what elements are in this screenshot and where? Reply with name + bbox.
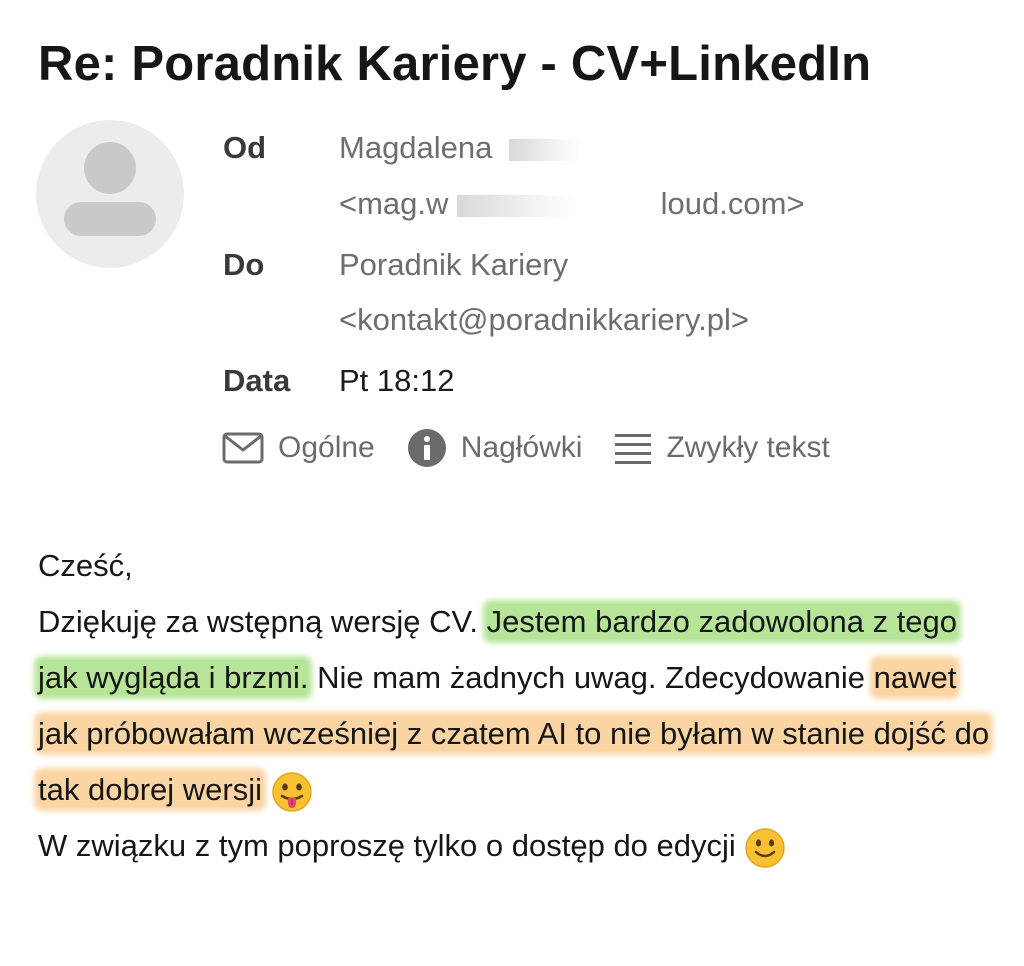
view-headers-label: Nagłówki xyxy=(460,431,583,464)
paragraph-1: Dziękuję za wstępną wersję CV. Jestem ba… xyxy=(38,594,998,818)
body-text-plain: W związku z tym poproszę tylko o dostęp … xyxy=(38,828,736,863)
view-general-button[interactable]: Ogólne xyxy=(222,431,375,465)
from-email-start: <mag.w xyxy=(339,186,449,221)
view-headers-button[interactable]: Nagłówki xyxy=(407,428,583,468)
face-with-tongue-icon xyxy=(271,772,312,812)
sender-avatar xyxy=(36,120,184,268)
to-name[interactable]: Poradnik Kariery xyxy=(339,247,568,283)
email-subject: Re: Poradnik Kariery - CV+LinkedIn xyxy=(38,37,872,91)
view-plain-text-label: Zwykły tekst xyxy=(666,431,830,464)
to-email[interactable]: <kontakt@poradnikkariery.pl> xyxy=(339,302,749,338)
to-label: Do xyxy=(223,247,265,282)
from-name: Magdalena xyxy=(339,130,493,165)
from-email-end: loud.com> xyxy=(660,186,805,221)
lines-icon xyxy=(615,434,652,464)
info-icon xyxy=(407,429,446,467)
envelope-icon xyxy=(222,432,264,464)
view-plain-text-button[interactable]: Zwykły tekst xyxy=(614,431,830,465)
body-text-plain: Nie mam żadnych uwag. Zdecydowanie xyxy=(317,660,866,695)
paragraph-2: W związku z tym poproszę tylko o dostęp … xyxy=(38,818,998,874)
from-label: Od xyxy=(223,130,267,165)
slightly-smiling-face-icon xyxy=(745,828,786,868)
date-label: Data xyxy=(223,363,291,398)
greeting: Cześć, xyxy=(38,548,133,583)
avatar-head-shape xyxy=(84,142,136,194)
view-mode-bar: Ogólne Nagłówki Zwykły tekst xyxy=(222,425,862,471)
redaction xyxy=(457,194,653,217)
from-name-row[interactable]: Magdalena xyxy=(339,130,630,166)
view-general-label: Ogólne xyxy=(278,431,375,464)
redaction xyxy=(509,138,630,161)
avatar-body-shape xyxy=(64,202,156,236)
date-value: Pt 18:12 xyxy=(339,363,455,398)
from-email-row[interactable]: <mag.w loud.com> xyxy=(339,186,805,222)
email-body: Cześć, Dziękuję za wstępną wersję CV. Je… xyxy=(38,538,998,874)
body-text-plain: Dziękuję za wstępną wersję CV. xyxy=(38,604,478,639)
